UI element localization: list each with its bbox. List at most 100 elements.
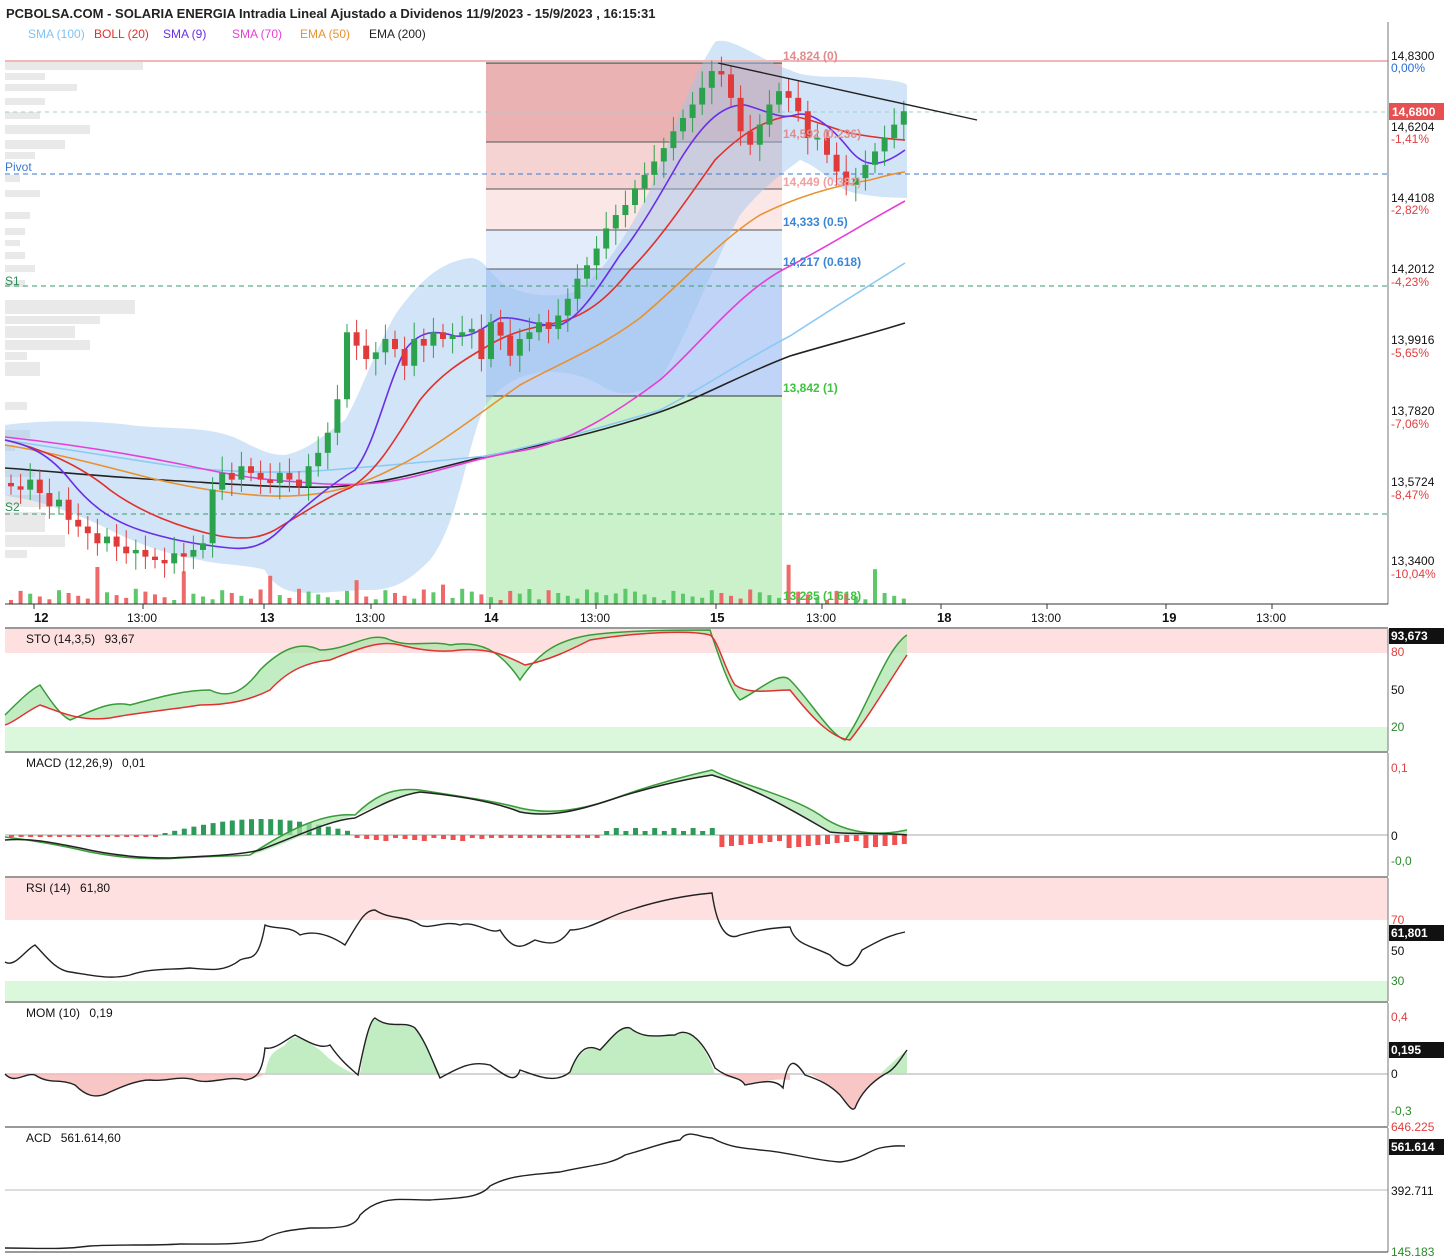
volume-bar bbox=[652, 597, 657, 604]
macd-hist-bar bbox=[469, 835, 475, 838]
candle-body bbox=[209, 489, 216, 544]
volume-bar bbox=[412, 598, 417, 604]
volume-bar bbox=[306, 591, 311, 604]
candle-body bbox=[200, 543, 206, 550]
price-axis: 14,8300 0,00% 14,6204 -1,41% 14,4108 -2,… bbox=[1389, 49, 1444, 581]
volume-bar bbox=[335, 600, 340, 604]
candle-body bbox=[526, 332, 533, 339]
macd-hist-bar bbox=[613, 828, 619, 835]
volume-bar bbox=[892, 595, 897, 604]
macd-hist-bar bbox=[815, 835, 821, 845]
candle-body bbox=[171, 553, 178, 564]
volume-bar bbox=[345, 590, 349, 604]
price-pct: 0,00% bbox=[1391, 61, 1425, 75]
macd-hist-bar bbox=[508, 835, 514, 838]
volume-bar bbox=[604, 595, 609, 604]
candle-body bbox=[276, 472, 283, 483]
macd-hist-bar bbox=[892, 835, 898, 845]
macd-hist-bar bbox=[239, 819, 245, 835]
macd-hist-bar bbox=[18, 835, 24, 837]
volume-bar bbox=[489, 597, 493, 604]
candle-body bbox=[305, 466, 312, 487]
macd-hist-bar bbox=[9, 835, 14, 837]
volume-bar bbox=[354, 580, 359, 604]
candle-body bbox=[228, 472, 235, 480]
candle-body bbox=[574, 278, 581, 299]
macd-hist-bar bbox=[834, 835, 840, 843]
volume-bar bbox=[364, 596, 369, 604]
volume-bar bbox=[133, 588, 138, 604]
x-tick: 19 bbox=[1162, 610, 1176, 625]
volume-bar bbox=[642, 594, 647, 604]
volume-bar bbox=[421, 589, 426, 604]
macd-hist-bar bbox=[37, 835, 43, 837]
price-panel: Pivot S1 S2 14,824 (0) 14,592 (0.236) 14… bbox=[4, 22, 1444, 625]
mom-level: 0,4 bbox=[1391, 1010, 1408, 1024]
acd-panel: ACD 561.614,60 646.225 561.614 392.711 1… bbox=[4, 1120, 1444, 1256]
fib-label-1: 13,842 (1) bbox=[783, 381, 838, 395]
macd-level: 0,1 bbox=[1391, 761, 1408, 775]
candle-body bbox=[142, 549, 149, 557]
volume-bar bbox=[114, 595, 119, 604]
volume-bar bbox=[9, 600, 13, 604]
candle-body bbox=[728, 74, 734, 98]
volume-bar bbox=[325, 597, 330, 604]
candle-body bbox=[488, 322, 494, 360]
candle-body bbox=[747, 131, 754, 145]
x-tick: 18 bbox=[937, 610, 951, 625]
candle-body bbox=[344, 332, 350, 400]
volume-bar bbox=[85, 598, 90, 604]
macd-hist-bar bbox=[393, 835, 398, 838]
sto-level: 50 bbox=[1391, 683, 1405, 697]
candle-body bbox=[401, 349, 408, 366]
price-pct: -5,65% bbox=[1391, 346, 1429, 360]
macd-hist-bar bbox=[757, 835, 763, 843]
macd-hist-bar bbox=[354, 835, 360, 838]
macd-hist-bar bbox=[623, 831, 629, 835]
volume-bar bbox=[469, 591, 474, 604]
volume-bar bbox=[76, 595, 81, 604]
rsi-level: 70 bbox=[1391, 913, 1405, 927]
volume-bar bbox=[546, 590, 551, 604]
x-tick: 13 bbox=[260, 610, 274, 625]
candle-body bbox=[248, 466, 254, 473]
macd-hist-bar bbox=[124, 835, 130, 837]
candle-body bbox=[555, 315, 562, 329]
macd-hist-bar bbox=[220, 821, 226, 835]
rsi-title: RSI (14) 61,80 bbox=[26, 881, 110, 895]
fib-label-05: 14,333 (0.5) bbox=[783, 215, 848, 229]
candle-body bbox=[449, 335, 456, 339]
candle-body bbox=[152, 556, 158, 560]
chart-title: PCBOLSA.COM - SOLARIA ENERGIA Intradia L… bbox=[6, 6, 655, 21]
candle-body bbox=[8, 482, 14, 487]
legend-sma100: SMA (100) bbox=[28, 27, 85, 41]
rsi-level: 50 bbox=[1391, 944, 1405, 958]
macd-hist-bar bbox=[229, 820, 235, 835]
macd-hist-bar bbox=[277, 819, 283, 835]
macd-hist-bar bbox=[853, 835, 859, 841]
candle-body bbox=[382, 338, 389, 353]
fib-label-1618: 13,235 (1.618) bbox=[783, 589, 861, 603]
volume-bar bbox=[210, 599, 215, 604]
candle-body bbox=[478, 328, 485, 360]
candle-body bbox=[17, 486, 24, 490]
volume-bar bbox=[143, 591, 148, 604]
volume-bar bbox=[767, 595, 772, 604]
mom-level: -0,3 bbox=[1391, 1104, 1412, 1118]
x-tick: 13:00 bbox=[127, 611, 157, 625]
candle-body bbox=[891, 124, 898, 139]
candle-body bbox=[324, 432, 331, 453]
macd-hist-bar bbox=[28, 835, 34, 837]
candle-body bbox=[430, 332, 437, 346]
macd-hist-bar bbox=[489, 835, 494, 838]
macd-hist-bar bbox=[882, 835, 888, 846]
x-tick: 13:00 bbox=[1256, 611, 1286, 625]
macd-hist-bar bbox=[767, 835, 773, 842]
macd-hist-bar bbox=[85, 835, 91, 837]
volume-bar bbox=[393, 593, 397, 604]
pivot-label: Pivot bbox=[5, 160, 32, 174]
volume-bar bbox=[873, 569, 877, 604]
candle-body bbox=[545, 322, 552, 329]
candle-body bbox=[872, 151, 878, 165]
volume-bar bbox=[258, 589, 263, 604]
